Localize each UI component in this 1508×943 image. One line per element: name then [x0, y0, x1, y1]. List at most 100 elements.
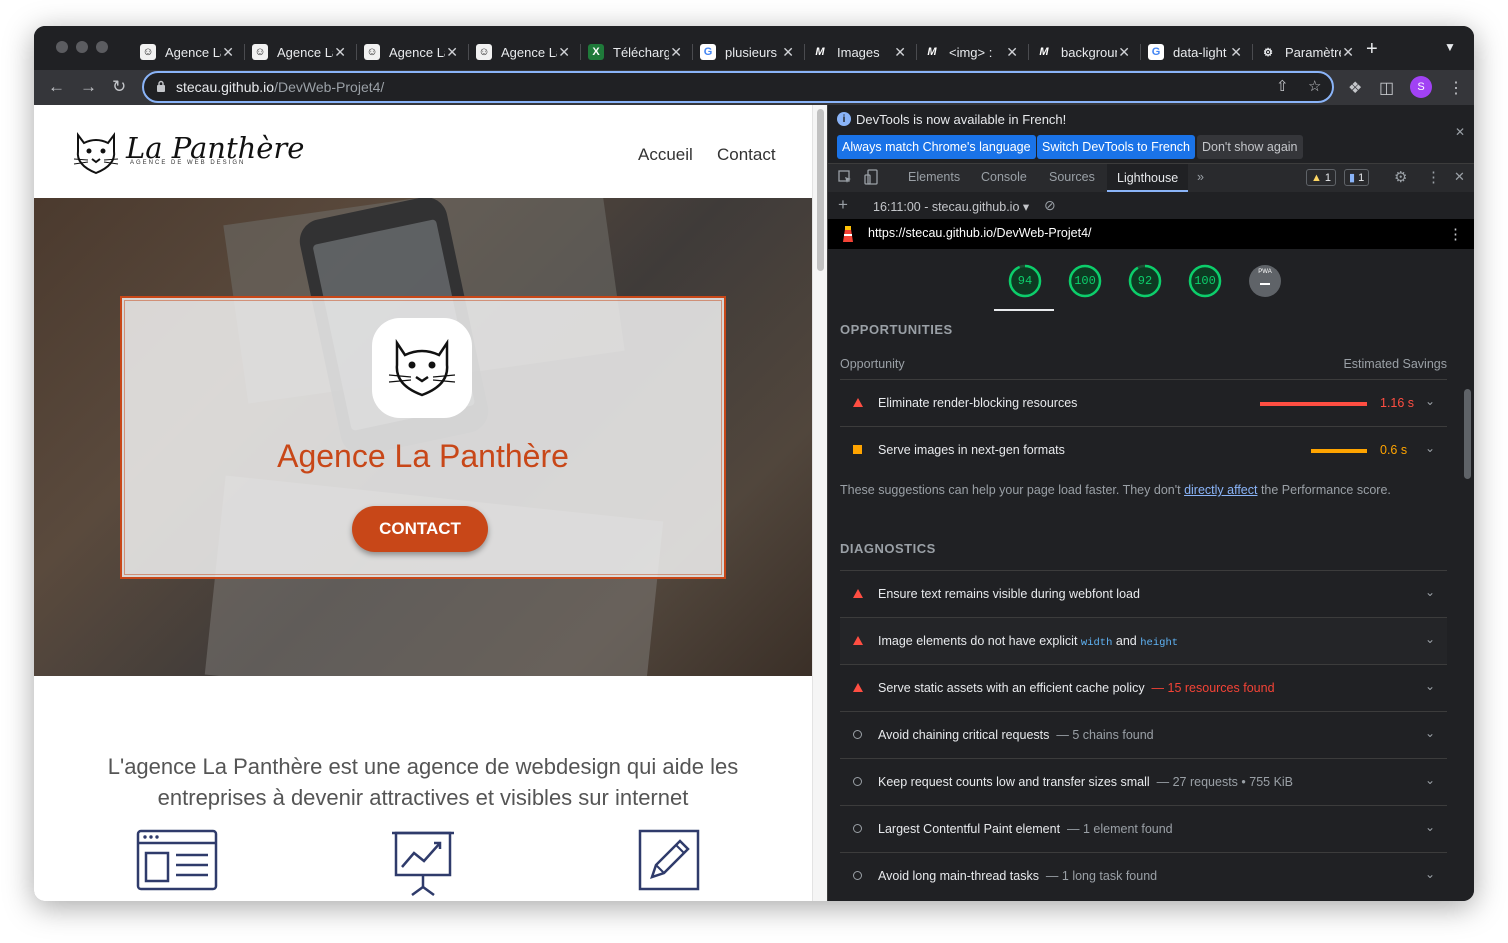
- diagnostic-row[interactable]: Ensure text remains visible during webfo…: [840, 570, 1447, 617]
- minimize-window-button[interactable]: [76, 41, 88, 53]
- new-tab-button[interactable]: +: [1366, 38, 1378, 61]
- messages-badge[interactable]: ▮ 1: [1344, 169, 1370, 186]
- tab-title: Agence La Panthère: [277, 44, 333, 60]
- browser-tab[interactable]: ⚙ Paramètres ✕: [1252, 34, 1364, 70]
- forward-arrow-icon[interactable]: →: [80, 77, 97, 97]
- close-tab-icon[interactable]: ✕: [670, 44, 682, 61]
- back-arrow-icon[interactable]: ←: [48, 77, 65, 97]
- side-panel-icon[interactable]: ◫: [1379, 78, 1394, 98]
- nav-accueil-link[interactable]: Accueil: [638, 145, 693, 165]
- more-tabs-chevron-icon[interactable]: »: [1197, 170, 1204, 184]
- chevron-down-icon[interactable]: ⌄: [1425, 820, 1435, 834]
- code-height: height: [1140, 637, 1179, 649]
- browser-tab[interactable]: ☺ Agence La Panthère ✕: [356, 34, 468, 70]
- browser-tab[interactable]: ☺ Agence La Panthère ✕: [132, 34, 244, 70]
- contact-button[interactable]: CONTACT: [352, 506, 488, 552]
- chevron-down-icon[interactable]: ⌄: [1425, 726, 1435, 740]
- browser-tab[interactable]: G data-light ✕: [1140, 34, 1252, 70]
- bookmark-star-icon[interactable]: ☆: [1308, 77, 1321, 95]
- tab-sources[interactable]: Sources: [1049, 170, 1095, 184]
- report-scrollbar-thumb[interactable]: [1464, 389, 1471, 479]
- opportunity-row[interactable]: Serve images in next-gen formats 0.6 s ⌄: [840, 426, 1447, 473]
- tab-search-chevron-icon[interactable]: ▼: [1444, 40, 1456, 54]
- chevron-down-icon[interactable]: ⌄: [1425, 632, 1435, 646]
- close-tab-icon[interactable]: ✕: [558, 44, 570, 61]
- close-tab-icon[interactable]: ✕: [446, 44, 458, 61]
- close-tab-icon[interactable]: ✕: [1230, 44, 1242, 61]
- savings-bar: [1260, 402, 1367, 406]
- match-chrome-language-button[interactable]: Always match Chrome's language: [837, 135, 1036, 159]
- chevron-down-icon[interactable]: ⌄: [1425, 441, 1435, 455]
- browser-tab[interactable]: M <img> : ✕: [916, 34, 1028, 70]
- window-controls: [56, 41, 108, 53]
- reload-icon[interactable]: ↻: [112, 77, 126, 97]
- close-tab-icon[interactable]: ✕: [334, 44, 346, 61]
- edit-pencil-icon: [638, 829, 700, 891]
- chevron-down-icon[interactable]: ⌄: [1425, 679, 1435, 693]
- diagnostic-row[interactable]: Image elements do not have explicit widt…: [840, 617, 1447, 664]
- page-scrollbar[interactable]: [812, 105, 828, 901]
- browser-tab[interactable]: X Télécharger ✕: [580, 34, 692, 70]
- tab-elements[interactable]: Elements: [908, 170, 960, 184]
- zoom-window-button[interactable]: [96, 41, 108, 53]
- score-gauge[interactable]: 100: [1068, 264, 1102, 298]
- pwa-badge-icon[interactable]: PWA: [1248, 264, 1282, 298]
- diagnostic-row[interactable]: Avoid chaining critical requests — 5 cha…: [840, 711, 1447, 758]
- mdn-icon: M: [924, 44, 940, 60]
- nav-contact-link[interactable]: Contact: [717, 145, 776, 165]
- opportunity-row[interactable]: Eliminate render-blocking resources 1.16…: [840, 379, 1447, 426]
- report-menu-icon[interactable]: ⋮: [1448, 225, 1463, 243]
- close-infobar-icon[interactable]: ✕: [1455, 125, 1465, 139]
- dont-show-again-button[interactable]: Don't show again: [1197, 135, 1303, 159]
- close-tab-icon[interactable]: ✕: [894, 44, 906, 61]
- diagnostic-row[interactable]: Avoid long main-thread tasks — 1 long ta…: [840, 852, 1447, 899]
- close-tab-icon[interactable]: ✕: [782, 44, 794, 61]
- tab-lighthouse[interactable]: Lighthouse: [1107, 164, 1189, 192]
- browser-tab[interactable]: ☺ Agence La Panthère ✕: [468, 34, 580, 70]
- address-bar[interactable]: stecau.github.io/DevWeb-Projet4/ ⇧ ☆: [142, 71, 1334, 103]
- browser-tab[interactable]: G plusieurs ✕: [692, 34, 804, 70]
- close-tab-icon[interactable]: ✕: [1342, 44, 1354, 61]
- report-url[interactable]: https://stecau.github.io/DevWeb-Projet4/: [868, 226, 1092, 240]
- chevron-down-icon[interactable]: ⌄: [1425, 394, 1435, 408]
- directly-affect-link[interactable]: directly affect: [1184, 483, 1257, 497]
- score-gauge[interactable]: 92: [1128, 264, 1162, 298]
- score-gauge[interactable]: 100: [1188, 264, 1222, 298]
- infobar-message: DevTools is now available in French!: [856, 112, 1067, 127]
- inspect-element-icon[interactable]: [838, 170, 852, 184]
- kebab-menu-icon[interactable]: ⋮: [1448, 78, 1464, 98]
- new-report-plus-icon[interactable]: +: [838, 195, 848, 215]
- close-tab-icon[interactable]: ✕: [1006, 44, 1018, 61]
- report-scrollbar[interactable]: [1460, 249, 1474, 901]
- warnings-badge[interactable]: ▲ 1: [1306, 169, 1337, 186]
- diagnostic-row[interactable]: Serve static assets with an efficient ca…: [840, 664, 1447, 711]
- logo-tagline: AGENCE DE WEB DESIGN: [130, 160, 246, 166]
- close-devtools-icon[interactable]: ✕: [1454, 169, 1465, 185]
- settings-gear-icon[interactable]: ⚙: [1394, 168, 1407, 186]
- url-text[interactable]: stecau.github.io/DevWeb-Projet4/: [176, 79, 384, 95]
- switch-to-french-button[interactable]: Switch DevTools to French: [1037, 135, 1195, 159]
- clear-reports-icon[interactable]: ⊘: [1044, 197, 1056, 214]
- extensions-puzzle-icon[interactable]: ❖: [1348, 78, 1362, 98]
- score-gauge[interactable]: 94: [1008, 264, 1042, 298]
- browser-tab[interactable]: M background ✕: [1028, 34, 1140, 70]
- close-window-button[interactable]: [56, 41, 68, 53]
- profile-avatar[interactable]: S: [1410, 76, 1432, 98]
- close-tab-icon[interactable]: ✕: [1118, 44, 1130, 61]
- diagnostic-row[interactable]: Keep request counts low and transfer siz…: [840, 758, 1447, 805]
- browser-tab[interactable]: M Images ✕: [804, 34, 916, 70]
- diagnostic-row[interactable]: Largest Contentful Paint element — 1 ele…: [840, 805, 1447, 852]
- lock-icon[interactable]: [156, 80, 166, 92]
- device-toolbar-icon[interactable]: [864, 169, 878, 185]
- devtools-menu-icon[interactable]: ⋮: [1426, 168, 1441, 186]
- report-selector[interactable]: 16:11:00 - stecau.github.io ▾: [873, 199, 1029, 214]
- page-scrollbar-thumb[interactable]: [817, 109, 824, 271]
- chevron-down-icon[interactable]: ⌄: [1425, 773, 1435, 787]
- browser-tab[interactable]: ☺ Agence La Panthère ✕: [244, 34, 356, 70]
- close-tab-icon[interactable]: ✕: [222, 44, 234, 61]
- tab-console[interactable]: Console: [981, 170, 1027, 184]
- chevron-down-icon[interactable]: ⌄: [1425, 585, 1435, 599]
- share-icon[interactable]: ⇧: [1276, 77, 1289, 95]
- chevron-down-icon[interactable]: ⌄: [1425, 867, 1435, 881]
- panther-logo-icon[interactable]: [70, 129, 122, 177]
